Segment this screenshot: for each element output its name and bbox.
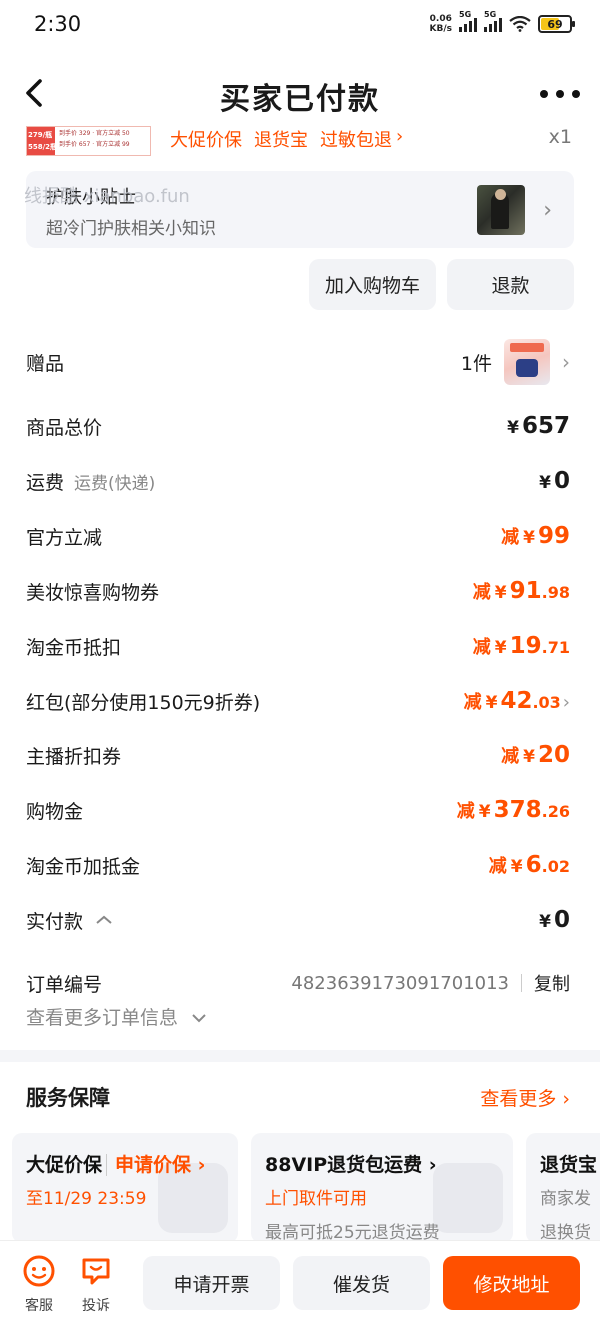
signal-icon: 5G (459, 10, 477, 32)
service-card-return-insurance[interactable]: 退货宝 商家发 退换货 (526, 1133, 600, 1243)
promo-badge: 279/瓶 558/2瓶 (27, 127, 57, 155)
chevron-right-icon: › (396, 126, 404, 147)
product-thumbnail[interactable]: 279/瓶 558/2瓶 到手价 329 · 官方立减 50 到手价 657 ·… (26, 126, 151, 156)
chevron-right-icon: › (543, 198, 552, 223)
gift-thumbnail (504, 339, 550, 385)
tag-price-protect: 大促价保 (170, 130, 242, 151)
shield-icon (433, 1163, 503, 1233)
see-more-link[interactable]: 查看更多 › (480, 1084, 570, 1111)
complaint-icon (82, 1258, 110, 1285)
section-divider (0, 1050, 600, 1062)
chevron-right-icon: › (562, 692, 570, 713)
anchor-coupon-row: 主播折扣券 减 ¥20 (26, 742, 570, 768)
status-bar: 2:30 0.06 KB/s 5G 5G 69 (0, 0, 600, 52)
refund-button[interactable]: 退款 (447, 259, 574, 310)
skincare-tips-card[interactable]: 护肤小贴士 线报酷 xianbao.fun 超冷门护肤相关小知识 › (24, 171, 574, 248)
network-speed: 0.06 KB/s (429, 14, 452, 34)
promo-lines: 到手价 329 · 官方立减 50 到手价 657 · 官方立减 99 (59, 130, 130, 148)
gift-row[interactable]: 赠品 1件 › (26, 339, 570, 385)
signal-icon: 5G (484, 10, 502, 32)
watermark: 线报酷 xianbao.fun (24, 186, 190, 207)
tips-thumbnail (477, 185, 525, 235)
more-order-info-link[interactable]: 查看更多订单信息 (26, 1003, 208, 1030)
red-packet-row[interactable]: 红包(部分使用150元9折券) 减 ¥42.03 › (26, 684, 570, 718)
order-number: 4823639173091701013 (291, 972, 509, 994)
service-tags[interactable]: 大促价保 退货宝 过敏包退 › (170, 126, 403, 152)
shopping-gold-row: 购物金 减 ¥378.26 (26, 797, 570, 823)
status-time: 2:30 (34, 12, 82, 36)
customer-service-button[interactable]: 客服 (14, 1255, 64, 1315)
status-indicators: 0.06 KB/s 5G 5G 69 (429, 10, 575, 34)
chevron-right-icon: › (556, 1088, 570, 1110)
chevron-up-icon[interactable] (93, 913, 115, 927)
actual-paid-row[interactable]: 实付款 ¥0 (26, 903, 570, 937)
add-to-cart-button[interactable]: 加入购物车 (309, 259, 436, 310)
wifi-icon (509, 16, 531, 32)
order-number-row: 订单编号 4823639173091701013 复制 (26, 966, 570, 1000)
service-card-vip-return[interactable]: 88VIP退货包运费 › 上门取件可用 最高可抵25元退货运费 (251, 1133, 513, 1243)
modify-address-button[interactable]: 修改地址 (443, 1256, 580, 1310)
more-icon[interactable] (540, 82, 580, 106)
shipping-row: 运费 运费(快递) ¥0 (26, 468, 570, 494)
chevron-right-icon: › (422, 1154, 437, 1176)
tag-return-insurance: 退货宝 (254, 130, 308, 151)
copy-button[interactable]: 复制 (534, 970, 570, 996)
total-price-row: 商品总价 ¥657 (26, 413, 570, 439)
service-title: 服务保障 (26, 1086, 110, 1110)
bottom-action-bar: 客服 投诉 申请开票 催发货 修改地址 (0, 1240, 600, 1333)
coin-bonus-row: 淘金币加抵金 减 ¥6.02 (26, 852, 570, 878)
gift-count: 1件 (460, 352, 492, 375)
battery-icon: 69 (538, 15, 575, 33)
page-title: 买家已付款 (220, 82, 380, 117)
chevron-down-icon (192, 1014, 206, 1023)
tag-allergy-return: 过敏包退 (320, 130, 392, 151)
urge-shipping-button[interactable]: 催发货 (293, 1256, 430, 1310)
nav-bar: 买家已付款 (0, 60, 600, 128)
apply-invoice-button[interactable]: 申请开票 (143, 1256, 280, 1310)
customer-service-icon (23, 1255, 55, 1287)
quantity: x1 (548, 126, 572, 148)
coin-deduct-row: 淘金币抵扣 减 ¥19.71 (26, 633, 570, 659)
tips-subtitle: 超冷门护肤相关小知识 (46, 219, 216, 239)
beauty-coupon-row: 美妆惊喜购物券 减 ¥91.98 (26, 578, 570, 604)
apply-price-protect-link[interactable]: 申请价保 › (106, 1154, 206, 1176)
official-discount-row: 官方立减 减 ¥99 (26, 523, 570, 549)
service-card-price-protect[interactable]: 大促价保 申请价保 › 至11/29 23:59 (12, 1133, 238, 1243)
complain-button[interactable]: 投诉 (71, 1255, 121, 1315)
chevron-right-icon: › (562, 350, 570, 374)
